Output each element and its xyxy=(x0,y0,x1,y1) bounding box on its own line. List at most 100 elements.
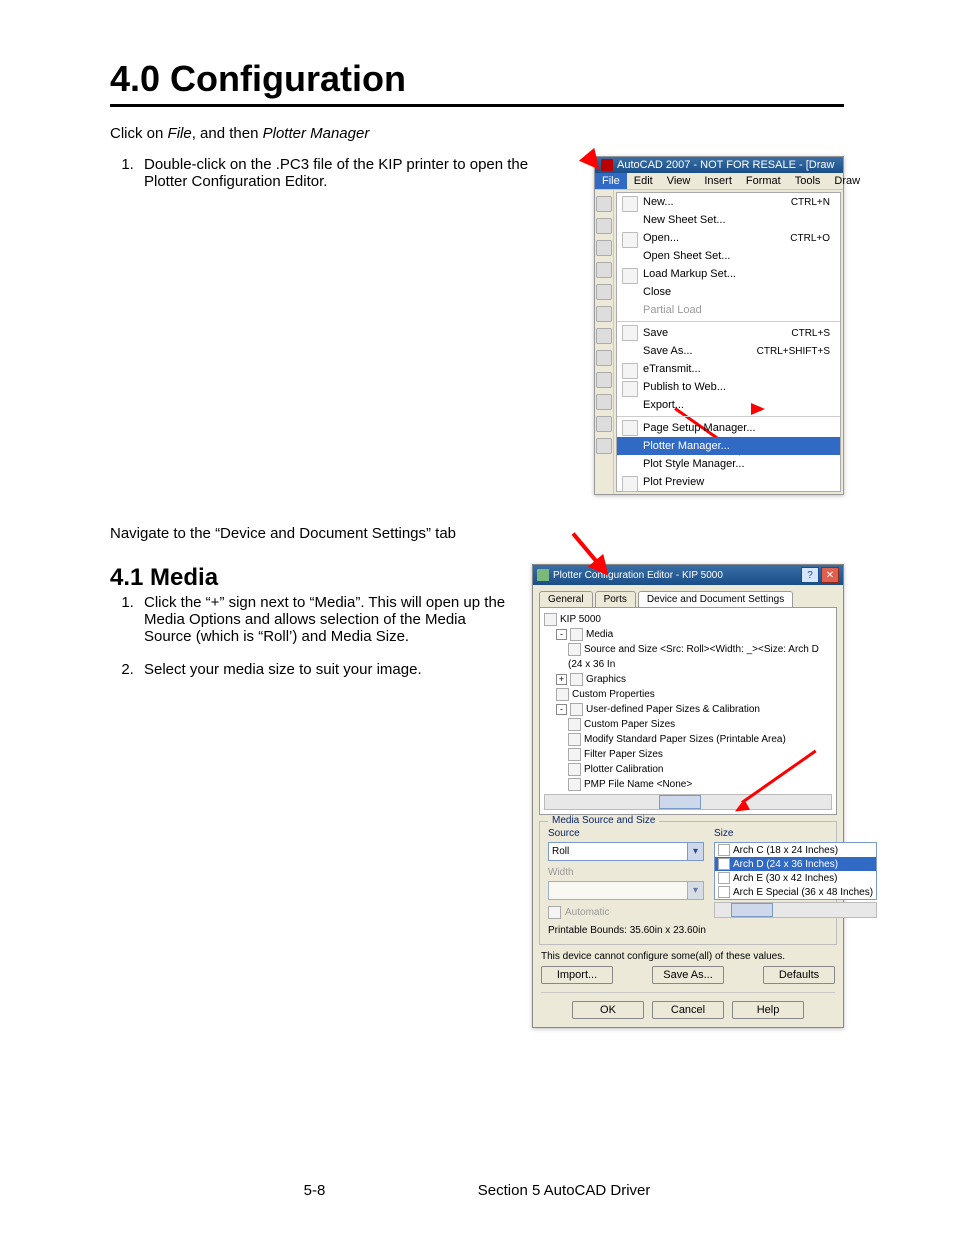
file-menu[interactable]: New...CTRL+NNew Sheet Set...Open...CTRL+… xyxy=(616,192,841,492)
media-step-1: Click the “+” sign next to “Media”. This… xyxy=(138,594,508,645)
media-step-2: Select your media size to suit your imag… xyxy=(138,661,508,678)
scrollbar[interactable] xyxy=(714,902,877,918)
app-icon xyxy=(537,569,549,581)
divider xyxy=(110,104,844,107)
instruction-text: Navigate to the “Device and Document Set… xyxy=(110,525,844,542)
tree-node[interactable]: +Graphics xyxy=(544,672,832,687)
menu-view[interactable]: View xyxy=(660,173,698,189)
menu-item: Partial Load xyxy=(617,301,840,319)
window-titlebar: AutoCAD 2007 - NOT FOR RESALE - [Draw xyxy=(595,157,843,173)
tab-bar[interactable]: GeneralPortsDevice and Document Settings xyxy=(539,591,837,607)
tree-node[interactable]: Custom Properties xyxy=(544,687,832,702)
menu-item[interactable]: Save As...CTRL+SHIFT+S xyxy=(617,342,840,360)
page-icon xyxy=(718,886,730,898)
tree-node[interactable]: Custom Paper Sizes xyxy=(544,717,832,732)
menu-format[interactable]: Format xyxy=(739,173,788,189)
cancel-button[interactable]: Cancel xyxy=(652,1001,724,1019)
menu-insert[interactable]: Insert xyxy=(697,173,739,189)
defaults-button[interactable]: Defaults xyxy=(763,966,835,984)
intro-text: Click on File, and then Plotter Manager xyxy=(110,125,844,142)
list-item[interactable]: Arch C (18 x 24 Inches) xyxy=(715,843,876,857)
node-icon xyxy=(570,673,583,686)
tree-node[interactable]: Source and Size <Src: Roll><Width: _><Si… xyxy=(544,642,832,672)
tree-node[interactable]: Modify Standard Paper Sizes (Printable A… xyxy=(544,732,832,747)
menu-item-icon xyxy=(622,476,638,492)
section-heading: 4.1 Media xyxy=(110,564,508,592)
menu-item[interactable]: Plot Preview xyxy=(617,473,840,491)
menu-item[interactable]: Export... xyxy=(617,396,840,414)
menu-item[interactable]: Page Setup Manager... xyxy=(617,416,840,437)
note-text: This device cannot configure some(all) o… xyxy=(541,951,835,962)
import-button[interactable]: Import... xyxy=(541,966,613,984)
screenshot-file-menu: AutoCAD 2007 - NOT FOR RESALE - [Draw Fi… xyxy=(594,156,844,495)
tree-node[interactable]: Plotter Calibration xyxy=(544,762,832,777)
tree-node[interactable]: -User-defined Paper Sizes & Calibration xyxy=(544,702,832,717)
menu-item[interactable]: Close xyxy=(617,283,840,301)
list-item[interactable]: Arch D (24 x 36 Inches) xyxy=(715,857,876,871)
settings-tree[interactable]: KIP 5000-MediaSource and Size <Src: Roll… xyxy=(544,612,832,792)
menu-item[interactable]: Publish to Web... xyxy=(617,378,840,396)
menu-item[interactable]: New Sheet Set... xyxy=(617,211,840,229)
node-icon xyxy=(568,643,581,656)
toolbar xyxy=(595,190,614,494)
node-icon xyxy=(568,733,581,746)
help-icon[interactable]: ? xyxy=(801,567,819,583)
node-icon xyxy=(570,628,583,641)
close-icon[interactable]: ✕ xyxy=(821,567,839,583)
node-icon xyxy=(544,613,557,626)
ok-button[interactable]: OK xyxy=(572,1001,644,1019)
list-item[interactable]: Arch E Special (36 x 48 Inches) xyxy=(715,885,876,899)
tree-node[interactable]: -Media xyxy=(544,627,832,642)
menu-item-icon xyxy=(622,381,638,397)
menubar[interactable]: FileEditViewInsertFormatToolsDraw xyxy=(595,173,843,190)
scrollbar[interactable] xyxy=(544,794,832,810)
menu-item[interactable]: Open...CTRL+O xyxy=(617,229,840,247)
page-icon xyxy=(718,872,730,884)
tab[interactable]: Ports xyxy=(595,591,636,607)
menu-item-icon xyxy=(622,196,638,212)
tab[interactable]: General xyxy=(539,591,593,607)
width-label: Width xyxy=(548,867,704,878)
page-title: 4.0 Configuration xyxy=(110,58,844,100)
tree-node[interactable]: Filter Paper Sizes xyxy=(544,747,832,762)
menu-item[interactable]: SaveCTRL+S xyxy=(617,321,840,342)
menu-edit[interactable]: Edit xyxy=(627,173,660,189)
menu-item[interactable]: Open Sheet Set... xyxy=(617,247,840,265)
save-as-button[interactable]: Save As... xyxy=(652,966,724,984)
menu-file[interactable]: File xyxy=(595,173,627,189)
menu-draw[interactable]: Draw xyxy=(827,173,867,189)
source-label: Source xyxy=(548,828,704,839)
node-icon xyxy=(556,688,569,701)
printable-bounds: Printable Bounds: 35.60in x 23.60in xyxy=(548,925,828,936)
node-icon xyxy=(568,778,581,791)
window-titlebar: Plotter Configuration Editor - KIP 5000 … xyxy=(533,565,843,585)
node-icon xyxy=(568,763,581,776)
menu-item-icon xyxy=(622,268,638,284)
menu-item[interactable]: Plotter Manager... xyxy=(617,437,840,455)
tree-node[interactable]: KIP 5000 xyxy=(544,612,832,627)
tab[interactable]: Device and Document Settings xyxy=(638,591,793,607)
page-icon xyxy=(718,858,730,870)
source-select[interactable]: ▾ xyxy=(548,842,704,861)
media-source-size-group: Media Source and Size Source ▾ Width xyxy=(539,821,837,945)
menu-item[interactable]: New...CTRL+N xyxy=(617,193,840,211)
menu-item[interactable]: Load Markup Set... xyxy=(617,265,840,283)
width-select: ▾ xyxy=(548,881,704,900)
tree-node[interactable]: PMP File Name <None> xyxy=(544,777,832,792)
menu-item-icon xyxy=(622,232,638,248)
chevron-down-icon[interactable]: ▾ xyxy=(687,843,703,860)
page-icon xyxy=(718,844,730,856)
menu-item-icon xyxy=(622,363,638,379)
list-item[interactable]: Arch E (30 x 42 Inches) xyxy=(715,871,876,885)
chevron-down-icon: ▾ xyxy=(687,882,703,899)
size-label: Size xyxy=(714,828,877,839)
page-footer: 5-8 Section 5 AutoCAD Driver xyxy=(0,1182,954,1199)
menu-tools[interactable]: Tools xyxy=(788,173,828,189)
node-icon xyxy=(568,748,581,761)
step-1: Double-click on the .PC3 file of the KIP… xyxy=(138,156,570,190)
menu-item[interactable]: Plot Style Manager... xyxy=(617,455,840,473)
size-listbox[interactable]: Arch C (18 x 24 Inches)Arch D (24 x 36 I… xyxy=(714,842,877,900)
automatic-checkbox: Automatic xyxy=(548,906,704,919)
help-button[interactable]: Help xyxy=(732,1001,804,1019)
menu-item[interactable]: eTransmit... xyxy=(617,360,840,378)
